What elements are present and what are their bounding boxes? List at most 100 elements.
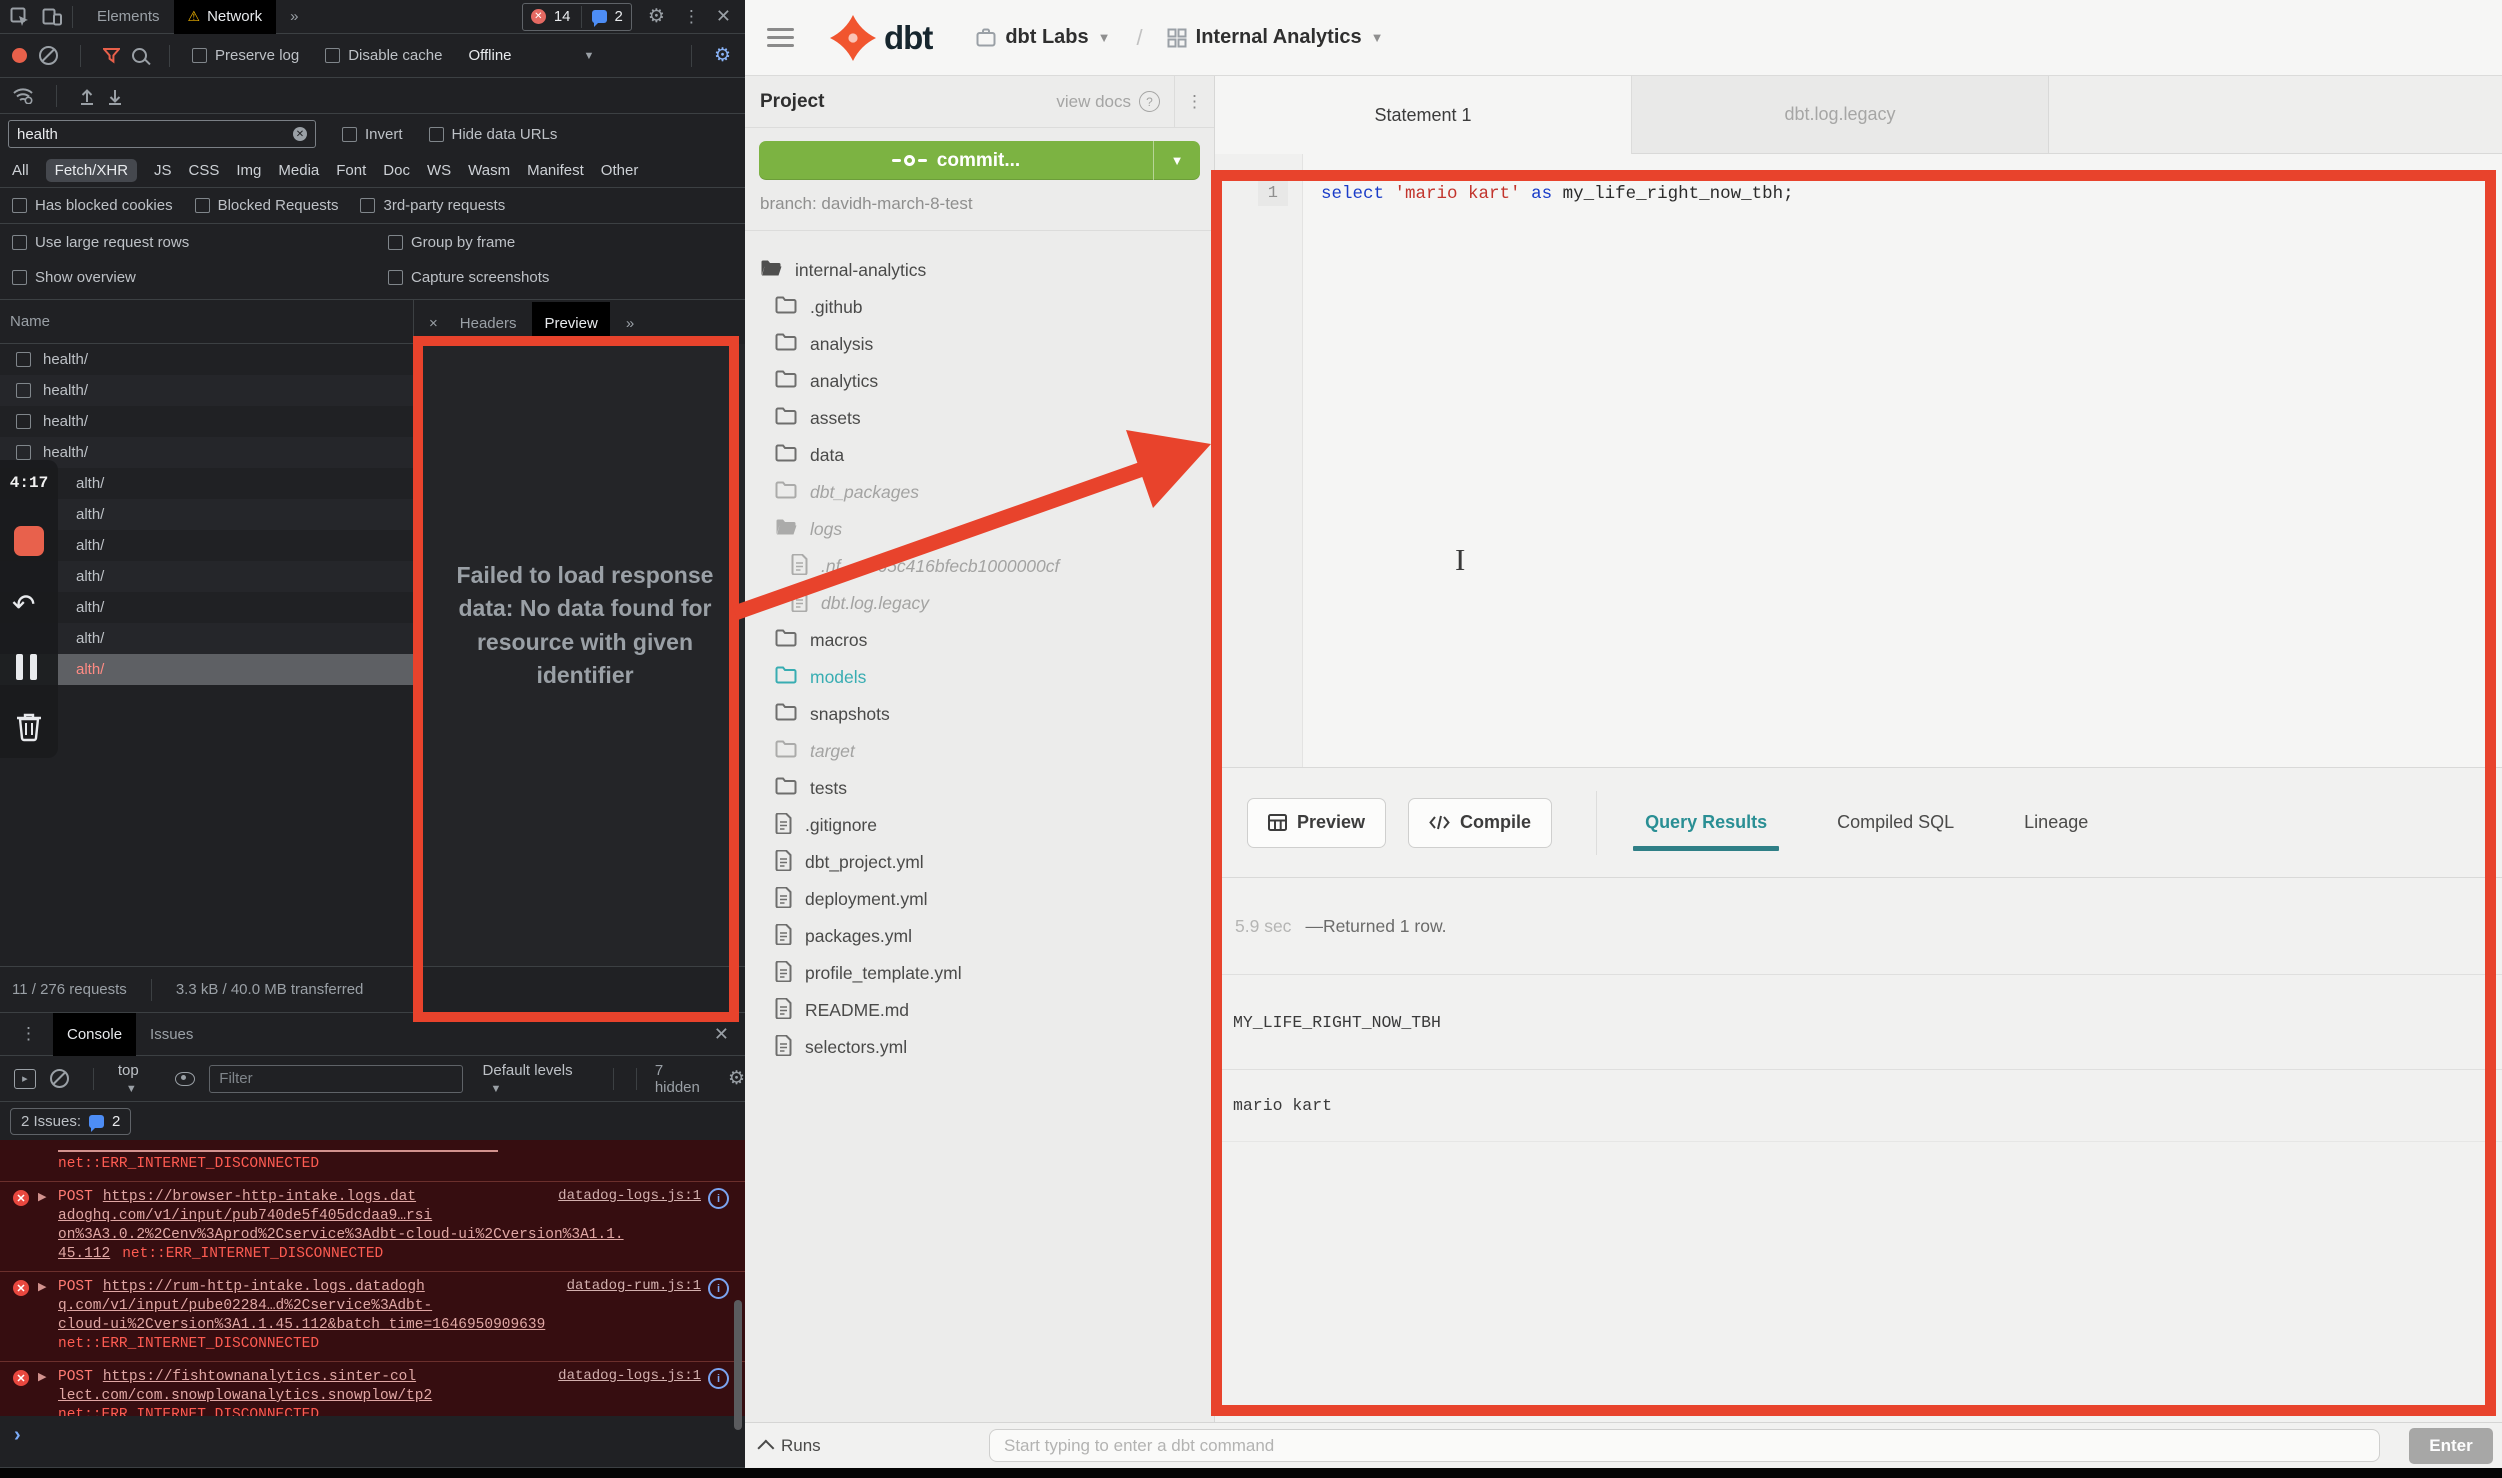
invert-checkbox[interactable]: Invert [342,126,403,143]
tree-item-dbt-project-yml[interactable]: dbt_project.yml [745,844,1214,881]
tree-item-dbt-packages[interactable]: dbt_packages [745,474,1214,511]
type-filter-media[interactable]: Media [278,162,319,179]
pause-recording-icon[interactable] [16,654,42,680]
commit-dropdown-caret-icon[interactable]: ▼ [1153,141,1200,180]
tab-network[interactable]: ⚠ Network [174,0,277,34]
more-tabs-chevron[interactable]: » [276,0,312,34]
console-prompt[interactable]: › [0,1416,745,1468]
tree-item-analytics[interactable]: analytics [745,363,1214,400]
type-filter-css[interactable]: CSS [189,162,220,179]
dbt-logo[interactable]: dbt [830,15,932,61]
console-context-icon[interactable]: ▸ [14,1069,36,1089]
tree-item--github[interactable]: .github [745,289,1214,326]
editor-tab-statement-1[interactable]: Statement 1 [1215,76,1632,154]
request-row[interactable]: health/ [0,406,413,437]
import-har-icon[interactable] [79,87,95,105]
type-filter-img[interactable]: Img [236,162,261,179]
request-row[interactable]: alth/ [0,499,413,530]
tree-item-models[interactable]: models [745,659,1214,696]
account-switcher[interactable]: dbt Labs ▼ [976,26,1110,49]
runs-toggle[interactable]: Runs [762,1436,821,1456]
error-source-link[interactable]: datadog-logs.js:1 [558,1188,701,1204]
tree-item-selectors-yml[interactable]: selectors.yml [745,1029,1214,1066]
tree-item-packages-yml[interactable]: packages.yml [745,918,1214,955]
project-switcher[interactable]: Internal Analytics ▼ [1167,26,1384,49]
console-error[interactable]: ✕▶POSThttps://rum-http-intake.logs.datad… [0,1271,745,1361]
tree-item--nf-3665c416bfecb1000000cf[interactable]: .nf…3665c416bfecb1000000cf [745,548,1214,585]
hide-data-urls-checkbox[interactable]: Hide data URLs [429,126,558,143]
console-error[interactable]: ✕▶POSThttps://browser-http-intake.logs.d… [0,1181,745,1271]
log-levels-dropdown[interactable]: Default levels ▼ [483,1062,595,1096]
network-filter-input[interactable]: health ✕ [8,120,316,148]
hamburger-menu-icon[interactable] [767,28,794,47]
sidebar-kebab-icon[interactable]: ⋮ [1174,76,1214,128]
close-detail-icon[interactable]: × [429,315,438,332]
enter-button[interactable]: Enter [2409,1428,2493,1464]
request-checkbox[interactable] [16,414,31,429]
tab-elements[interactable]: Elements [83,0,174,34]
request-row[interactable]: health/ [0,437,413,468]
request-row[interactable]: alth/ [0,468,413,499]
clear-filter-icon[interactable]: ✕ [293,127,307,141]
request-row[interactable]: alth/ [0,592,413,623]
throttling-dropdown[interactable]: Offline [468,47,511,64]
stop-recording-button[interactable] [14,526,44,556]
tab-issues[interactable]: Issues [136,1013,207,1056]
tree-item-dbt-log-legacy[interactable]: dbt.log.legacy [745,585,1214,622]
type-filter-manifest[interactable]: Manifest [527,162,584,179]
type-filter-ws[interactable]: WS [427,162,451,179]
editor-tab-dbt-log-legacy[interactable]: dbt.log.legacy [1632,76,2049,154]
request-row[interactable]: health/ [0,375,413,406]
console-error[interactable]: ✕▶POSThttps://fishtownanalytics.sinter-c… [0,1361,745,1416]
dbt-command-input[interactable]: Start typing to enter a dbt command [989,1429,2380,1462]
tree-item-internal-analytics[interactable]: internal-analytics [745,252,1214,289]
blocked-requests-checkbox[interactable]: Blocked Requests [195,197,339,214]
request-row[interactable]: alth/ [0,654,413,685]
results-tab-query-results[interactable]: Query Results [1641,782,1771,863]
type-filter-font[interactable]: Font [336,162,366,179]
error-info-icon[interactable]: i [708,1278,729,1299]
request-row[interactable]: health/ [0,344,413,375]
error-info-icon[interactable]: i [708,1368,729,1389]
tree-item-tests[interactable]: tests [745,770,1214,807]
preserve-log-checkbox[interactable]: Preserve log [192,47,299,64]
expand-triangle-icon[interactable]: ▶ [38,1280,46,1293]
request-checkbox[interactable] [16,445,31,460]
request-checkbox[interactable] [16,352,31,367]
tree-item-assets[interactable]: assets [745,400,1214,437]
request-row[interactable]: alth/ [0,561,413,592]
live-expression-icon[interactable] [175,1072,195,1086]
console-error-clipped[interactable]: net::ERR_INTERNET_DISCONNECTED [0,1140,745,1181]
type-filter-js[interactable]: JS [154,162,172,179]
tab-console[interactable]: Console [53,1013,136,1056]
type-filter-wasm[interactable]: Wasm [468,162,510,179]
console-settings-gear-icon[interactable]: ⚙ [728,1069,745,1088]
console-scrollbar[interactable] [734,1300,742,1430]
tree-item-snapshots[interactable]: snapshots [745,696,1214,733]
detail-more-tabs-chevron[interactable]: » [614,302,646,344]
request-table-header[interactable]: Name [0,300,414,344]
expand-triangle-icon[interactable]: ▶ [38,1190,46,1203]
tree-item-logs[interactable]: logs [745,511,1214,548]
type-filter-other[interactable]: Other [601,162,639,179]
use-large-request-rows-checkbox[interactable]: Use large request rows [12,234,189,251]
clear-network-icon[interactable] [39,46,58,65]
error-info-icon[interactable]: i [708,1188,729,1209]
tree-item-deployment-yml[interactable]: deployment.yml [745,881,1214,918]
type-filter-all[interactable]: All [12,162,29,179]
capture-screenshots-checkbox[interactable]: Capture screenshots [388,269,549,286]
network-conditions-icon[interactable] [12,87,34,104]
tree-item-profile-template-yml[interactable]: profile_template.yml [745,955,1214,992]
inspect-icon[interactable] [10,7,30,27]
console-menu-kebab-icon[interactable]: ⋮ [20,1024,37,1044]
third-party-requests-checkbox[interactable]: 3rd-party requests [360,197,505,214]
clear-console-icon[interactable] [50,1069,69,1088]
tree-item-analysis[interactable]: analysis [745,326,1214,363]
filter-funnel-icon[interactable] [103,48,120,64]
type-filter-fetchxhr[interactable]: Fetch/XHR [46,159,137,182]
expand-triangle-icon[interactable]: ▶ [38,1370,46,1383]
console-filter-input[interactable]: Filter [209,1065,462,1093]
sql-editor[interactable]: 1 select 'mario kart' as my_life_right_n… [1215,154,2502,767]
results-tab-lineage[interactable]: Lineage [2020,782,2092,863]
preview-button[interactable]: Preview [1247,798,1386,848]
